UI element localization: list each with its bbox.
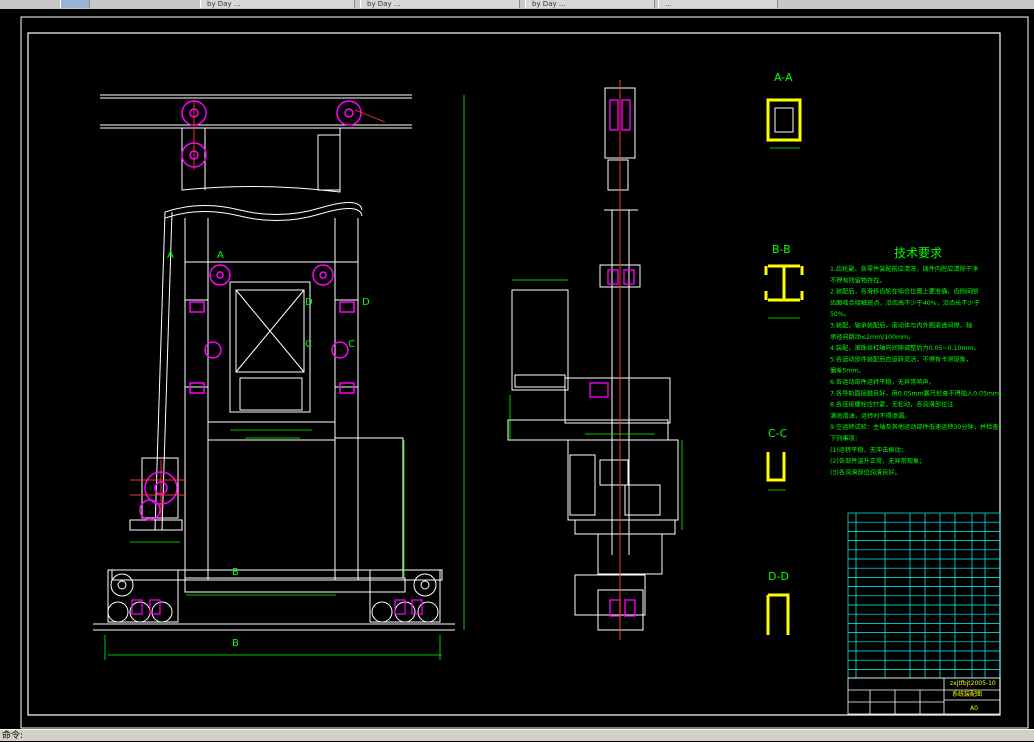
tech-req-line: 不得有残留物存在。 xyxy=(830,276,886,284)
front-view xyxy=(93,94,455,631)
section-mark-c-left: C xyxy=(305,339,312,350)
side-view-dimensions xyxy=(509,279,683,530)
front-view-bogies xyxy=(107,573,439,623)
section-mark-d-left: D xyxy=(305,297,313,308)
outer-border xyxy=(20,16,1029,729)
tech-req-line: 偏差5mm。 xyxy=(830,367,865,375)
tech-req-line: 5.各运动部件装配后应运转灵活，不得有卡滞现象， xyxy=(830,355,972,363)
section-bb-shape xyxy=(768,264,800,302)
command-prompt: 命令: xyxy=(2,731,24,741)
section-title-bb: B-B xyxy=(772,243,791,256)
tech-req-line: 6.各运动部件运转平稳，无异常响声。 xyxy=(830,378,935,386)
tech-req-line: 1.齿轮副、各零件装配前应清洗，铸件内腔应清除干净 xyxy=(830,265,978,273)
cad-drawing: A A B B C C D D A-A B-B C-C D-D 技术要求 1.齿… xyxy=(20,16,1029,729)
section-mark-a-right: A xyxy=(217,250,224,261)
tech-req-line: 3.装配，轴承装配后，滚动体与内外圈滚道间隙，轴 xyxy=(830,322,972,330)
tech-req-line: 8.各连接螺栓应拧紧，无松动，各润滑部位注 xyxy=(830,401,953,409)
front-view-pulleys xyxy=(139,100,362,521)
drawing-tab-4[interactable]: by Day ... xyxy=(525,0,655,8)
section-cc-shape xyxy=(766,452,786,482)
sheet-size: A0 xyxy=(970,705,978,712)
section-mark-d-right: D xyxy=(362,297,370,308)
drawing-tab-3[interactable]: by Day ... xyxy=(360,0,520,8)
tech-req-line: 下列事项： xyxy=(830,435,861,443)
tech-req-line: 7.各导轨面接触良好，用0.05mm塞尺检查不得插入0.05mm。 xyxy=(830,389,1005,397)
section-aa-shape xyxy=(766,98,802,142)
cad-drawing-canvas[interactable]: A A B B C C D D A-A B-B C-C D-D 技术要求 1.齿… xyxy=(0,9,1034,729)
tech-req-line: 4.装配，滚珠丝杠轴向间隙调整后为0.05~0.10mm。 xyxy=(830,344,980,352)
title-block-text: zxjtfbjt2005-10 系统装配图 A0 xyxy=(950,680,996,712)
drawing-tab-5[interactable]: ... xyxy=(658,0,778,8)
tech-req-line: 承径向跳动≤2mm/100mm。 xyxy=(830,333,914,341)
section-mark-c-right: C xyxy=(348,339,355,350)
side-view xyxy=(507,87,679,631)
tech-req-title: 技术要求 xyxy=(894,246,942,260)
tech-req-line: 满润滑油，运转时不得渗漏。 xyxy=(830,412,910,420)
drawing-name: 系统装配图 xyxy=(952,690,982,698)
section-title-dd: D-D xyxy=(768,570,789,583)
section-title-cc: C-C xyxy=(768,427,788,440)
section-views: A-A B-B C-C D-D xyxy=(764,71,804,635)
section-mark-b-top: B xyxy=(232,567,239,578)
section-title-aa: A-A xyxy=(774,71,793,84)
section-mark-b-bottom: B xyxy=(232,638,239,649)
drawing-tab-1[interactable] xyxy=(60,0,90,8)
tech-req-line: 齿面啮合接触斑点，沿齿高不少于40%，沿齿长不少于 xyxy=(830,299,980,307)
drawing-tab-2[interactable]: by Day ... xyxy=(200,0,355,8)
command-line[interactable]: 命令: xyxy=(0,729,1034,741)
tech-req-line: (3)各润滑部位润滑良好。 xyxy=(830,468,901,476)
tech-req-line: 50%。 xyxy=(830,311,850,318)
tech-req-line: (1)运转平稳，无冲击振动； xyxy=(830,446,907,454)
tech-req-line: (2)各部件温升正常，无异常现象； xyxy=(830,457,925,465)
parts-list xyxy=(847,512,1001,679)
section-dd-shape xyxy=(766,593,790,635)
bogie-highlights xyxy=(131,599,423,615)
drawing-number: zxjtfbjt2005-10 xyxy=(950,680,996,687)
tech-req-line: 2.装配后，各滑移齿轮在啮合位置上要准确，齿侧间隙 xyxy=(830,288,978,296)
technical-requirements: 技术要求 1.齿轮副、各零件装配前应清洗，铸件内腔应清除干净 不得有残留物存在。… xyxy=(830,246,1005,476)
section-mark-a-left: A xyxy=(167,250,174,261)
tech-req-line: 9.空运转试验：主轴及其他运动部件低速运转30分钟，并检查 xyxy=(830,423,998,431)
centerlines-front xyxy=(130,100,386,520)
